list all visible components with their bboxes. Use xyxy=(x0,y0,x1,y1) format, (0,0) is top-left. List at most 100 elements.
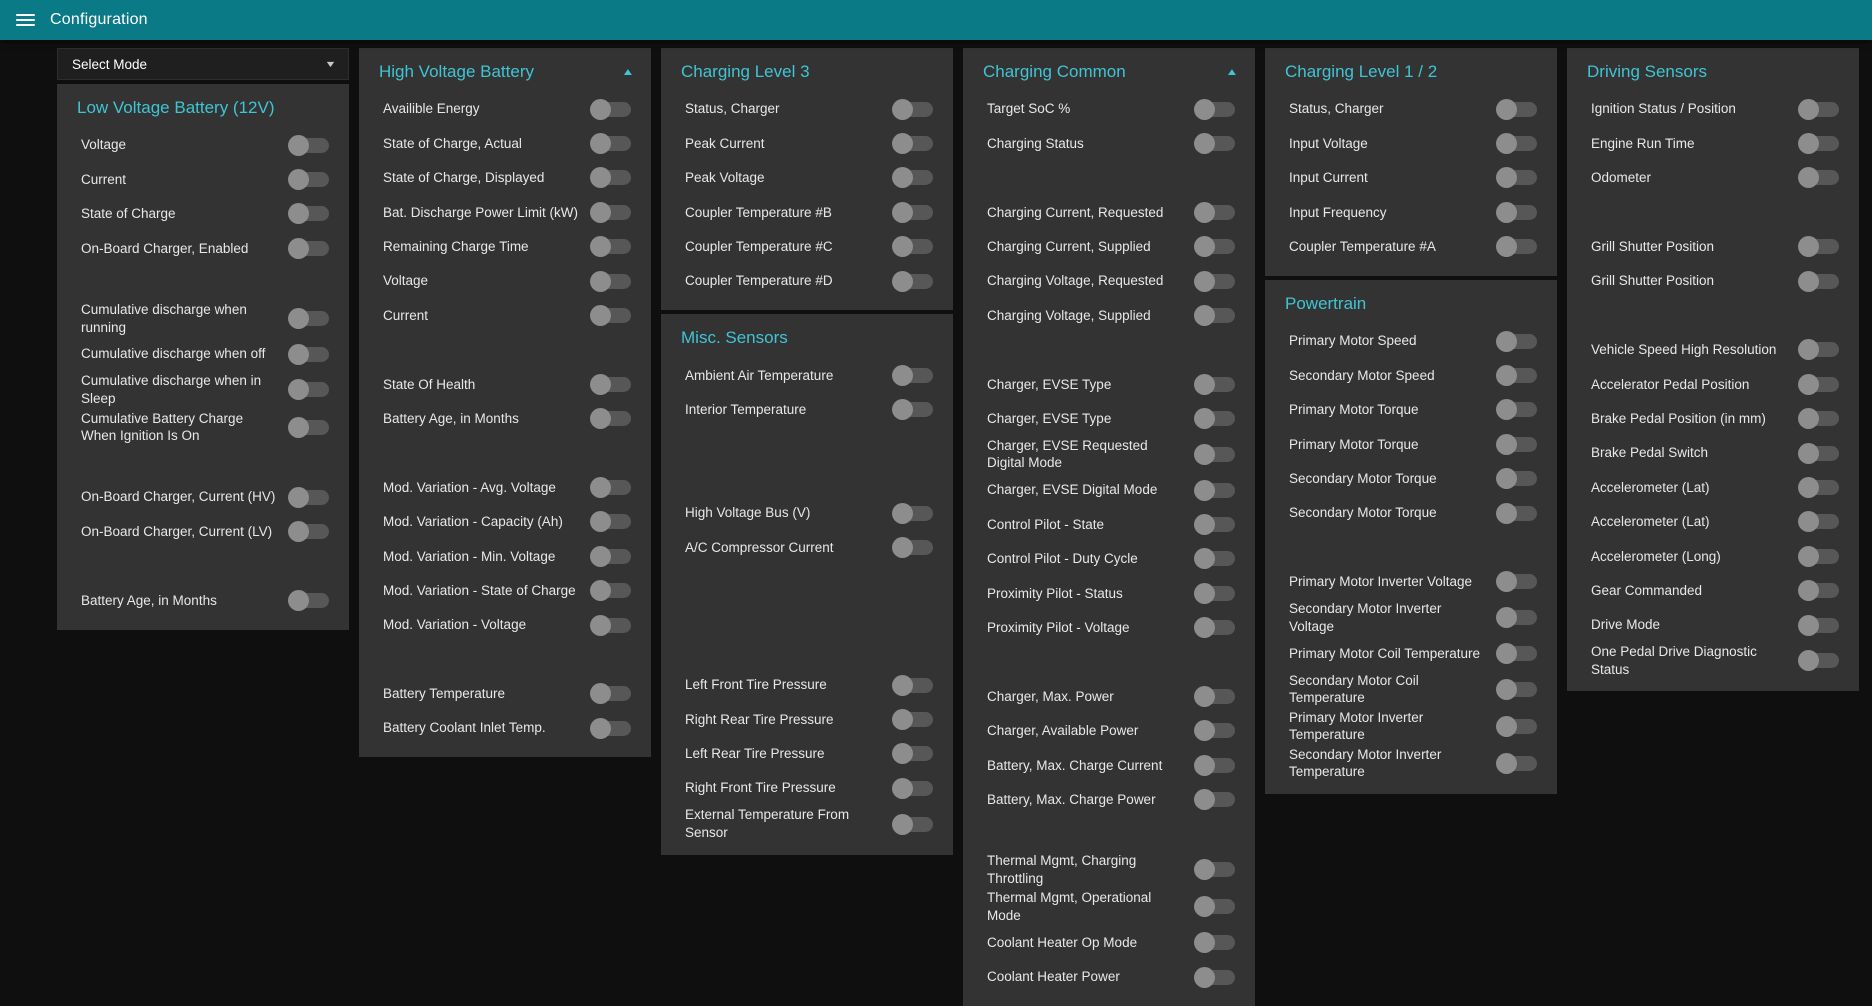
toggle-switch[interactable] xyxy=(1798,580,1839,601)
toggle-switch[interactable] xyxy=(1798,511,1839,532)
toggle-switch[interactable] xyxy=(892,133,933,154)
toggle-switch[interactable] xyxy=(1496,202,1537,223)
toggle-switch[interactable] xyxy=(1798,236,1839,257)
toggle-switch[interactable] xyxy=(590,374,631,395)
toggle-switch[interactable] xyxy=(1194,967,1235,988)
toggle-switch[interactable] xyxy=(1798,477,1839,498)
collapse-icon[interactable]: ▲ xyxy=(621,67,634,78)
toggle-switch[interactable] xyxy=(892,236,933,257)
toggle-switch[interactable] xyxy=(288,590,329,611)
toggle-switch[interactable] xyxy=(1194,99,1235,120)
toggle-switch[interactable] xyxy=(288,487,329,508)
toggle-switch[interactable] xyxy=(1496,571,1537,592)
toggle-switch[interactable] xyxy=(288,169,329,190)
toggle-switch[interactable] xyxy=(1496,99,1537,120)
toggle-switch[interactable] xyxy=(1798,443,1839,464)
select-mode-dropdown[interactable]: Select Mode▼ xyxy=(57,48,349,80)
toggle-switch[interactable] xyxy=(892,743,933,764)
toggle-switch[interactable] xyxy=(892,503,933,524)
toggle-switch[interactable] xyxy=(1194,514,1235,535)
toggle-switch[interactable] xyxy=(1798,339,1839,360)
toggle-switch[interactable] xyxy=(1194,408,1235,429)
toggle-switch[interactable] xyxy=(1496,133,1537,154)
toggle-switch[interactable] xyxy=(288,308,329,329)
toggle-switch[interactable] xyxy=(1496,331,1537,352)
menu-icon[interactable] xyxy=(16,14,35,26)
toggle-switch[interactable] xyxy=(590,99,631,120)
toggle-switch[interactable] xyxy=(892,778,933,799)
toggle-switch[interactable] xyxy=(590,271,631,292)
toggle-switch[interactable] xyxy=(288,238,329,259)
toggle-switch[interactable] xyxy=(590,580,631,601)
toggle-switch[interactable] xyxy=(590,202,631,223)
toggle-switch[interactable] xyxy=(892,365,933,386)
toggle-switch[interactable] xyxy=(892,537,933,558)
toggle-switch[interactable] xyxy=(1194,789,1235,810)
toggle-switch[interactable] xyxy=(1798,650,1839,671)
toggle-switch[interactable] xyxy=(1194,617,1235,638)
toggle-switch[interactable] xyxy=(590,546,631,567)
toggle-switch[interactable] xyxy=(1496,399,1537,420)
toggle-switch[interactable] xyxy=(1194,583,1235,604)
toggle-switch[interactable] xyxy=(590,305,631,326)
toggle-switch[interactable] xyxy=(1194,932,1235,953)
toggle-switch[interactable] xyxy=(1798,99,1839,120)
toggle-switch[interactable] xyxy=(1194,202,1235,223)
toggle-switch[interactable] xyxy=(288,521,329,542)
toggle-switch[interactable] xyxy=(590,511,631,532)
toggle-switch[interactable] xyxy=(892,709,933,730)
toggle-switch[interactable] xyxy=(1798,615,1839,636)
toggle-switch[interactable] xyxy=(590,133,631,154)
toggle-switch[interactable] xyxy=(1798,408,1839,429)
toggle-switch[interactable] xyxy=(892,814,933,835)
toggle-switch[interactable] xyxy=(590,683,631,704)
toggle-switch[interactable] xyxy=(288,344,329,365)
toggle-switch[interactable] xyxy=(1496,679,1537,700)
toggle-switch[interactable] xyxy=(1496,716,1537,737)
toggle-switch[interactable] xyxy=(1194,444,1235,465)
toggle-switch[interactable] xyxy=(1496,607,1537,628)
toggle-switch[interactable] xyxy=(590,718,631,739)
toggle-switch[interactable] xyxy=(1194,755,1235,776)
toggle-switch[interactable] xyxy=(590,477,631,498)
toggle-switch[interactable] xyxy=(1798,167,1839,188)
toggle-switch[interactable] xyxy=(1496,365,1537,386)
toggle-switch[interactable] xyxy=(1496,753,1537,774)
toggle-switch[interactable] xyxy=(1496,434,1537,455)
toggle-switch[interactable] xyxy=(288,135,329,156)
toggle-switch[interactable] xyxy=(288,379,329,400)
toggle-switch[interactable] xyxy=(590,408,631,429)
toggle-switch[interactable] xyxy=(1194,133,1235,154)
toggle-switch[interactable] xyxy=(590,615,631,636)
collapse-icon[interactable]: ▲ xyxy=(1225,67,1238,78)
toggle-switch[interactable] xyxy=(1194,480,1235,501)
toggle-switch[interactable] xyxy=(288,417,329,438)
toggle-switch[interactable] xyxy=(1496,643,1537,664)
toggle-switch[interactable] xyxy=(1798,133,1839,154)
toggle-switch[interactable] xyxy=(1194,305,1235,326)
toggle-switch[interactable] xyxy=(1194,859,1235,880)
toggle-switch[interactable] xyxy=(288,203,329,224)
toggle-switch[interactable] xyxy=(1496,468,1537,489)
toggle-switch[interactable] xyxy=(1194,686,1235,707)
toggle-switch[interactable] xyxy=(1194,548,1235,569)
toggle-switch[interactable] xyxy=(1194,271,1235,292)
toggle-switch[interactable] xyxy=(1496,236,1537,257)
toggle-switch[interactable] xyxy=(892,399,933,420)
toggle-switch[interactable] xyxy=(590,167,631,188)
toggle-switch[interactable] xyxy=(1496,167,1537,188)
toggle-switch[interactable] xyxy=(1194,236,1235,257)
toggle-switch[interactable] xyxy=(892,167,933,188)
toggle-switch[interactable] xyxy=(1194,374,1235,395)
toggle-switch[interactable] xyxy=(892,99,933,120)
toggle-switch[interactable] xyxy=(892,202,933,223)
toggle-switch[interactable] xyxy=(590,236,631,257)
toggle-switch[interactable] xyxy=(1496,503,1537,524)
toggle-switch[interactable] xyxy=(1798,546,1839,567)
toggle-switch[interactable] xyxy=(892,675,933,696)
toggle-switch[interactable] xyxy=(1798,374,1839,395)
toggle-switch[interactable] xyxy=(892,271,933,292)
toggle-switch[interactable] xyxy=(1798,271,1839,292)
toggle-switch[interactable] xyxy=(1194,896,1235,917)
toggle-switch[interactable] xyxy=(1194,720,1235,741)
